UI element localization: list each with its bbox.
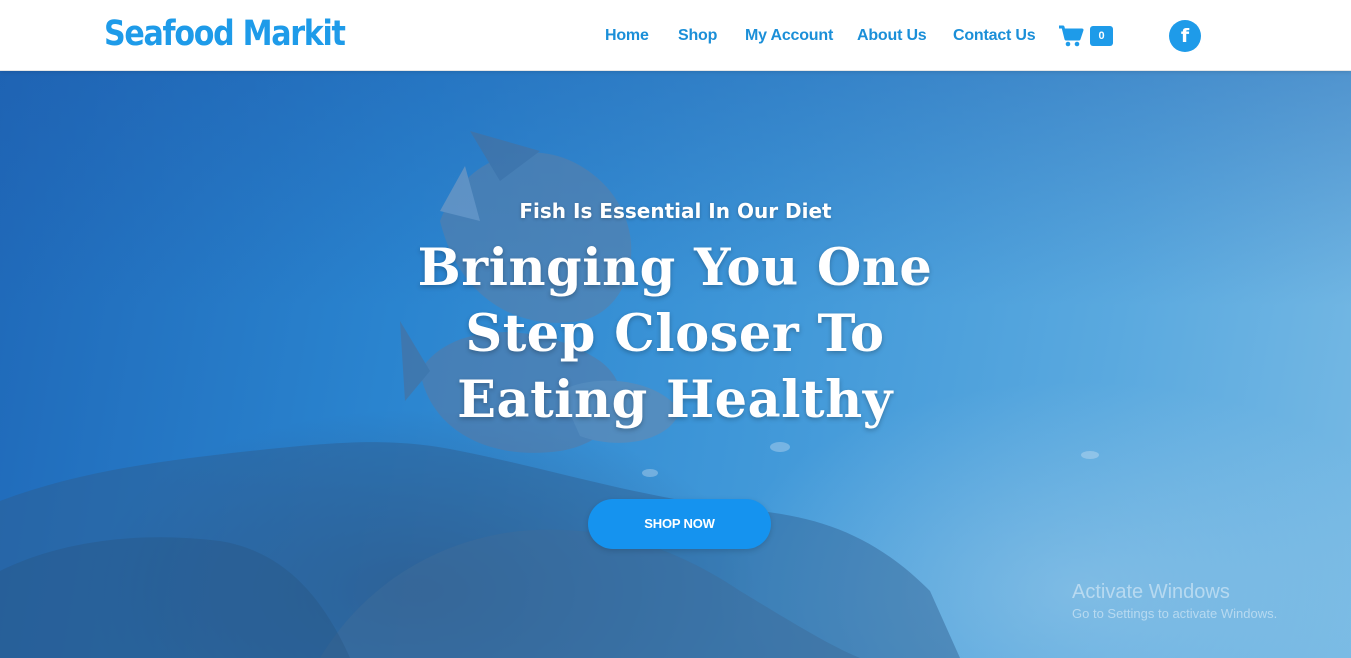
site-logo[interactable]: Seafood Markit — [104, 12, 346, 56]
cart-icon — [1059, 25, 1084, 47]
nav-contact-us[interactable]: Contact Us — [953, 24, 1036, 48]
hero-headline-line-2: Step Closer To — [465, 304, 885, 364]
hero-headline-line-1: Bringing You One — [417, 238, 933, 298]
watermark-subtitle: Go to Settings to activate Windows. — [1072, 606, 1278, 621]
watermark-title: Activate Windows — [1072, 581, 1230, 603]
hero-headline-line-3: Eating Healthy — [457, 370, 893, 430]
hero-headline: Bringing You One Step Closer To Eating H… — [370, 235, 980, 433]
cart-button[interactable]: 0 — [1058, 24, 1118, 48]
nav-my-account[interactable]: My Account — [745, 24, 833, 48]
shop-now-button[interactable]: SHOP NOW — [588, 499, 771, 549]
nav-home[interactable]: Home — [605, 24, 649, 48]
hero-tagline: Fish Is Essential In Our Diet — [519, 199, 832, 223]
site-header: Seafood Markit Home Shop My Account Abou… — [0, 0, 1351, 71]
cart-count-badge: 0 — [1090, 26, 1113, 46]
nav-about-us[interactable]: About Us — [857, 24, 927, 48]
windows-activation-watermark: Activate Windows Go to Settings to activ… — [1072, 580, 1342, 623]
hero-banner: Fish Is Essential In Our Diet Bringing Y… — [0, 71, 1351, 658]
facebook-icon[interactable]: f — [1169, 20, 1201, 52]
nav-shop[interactable]: Shop — [678, 24, 717, 48]
